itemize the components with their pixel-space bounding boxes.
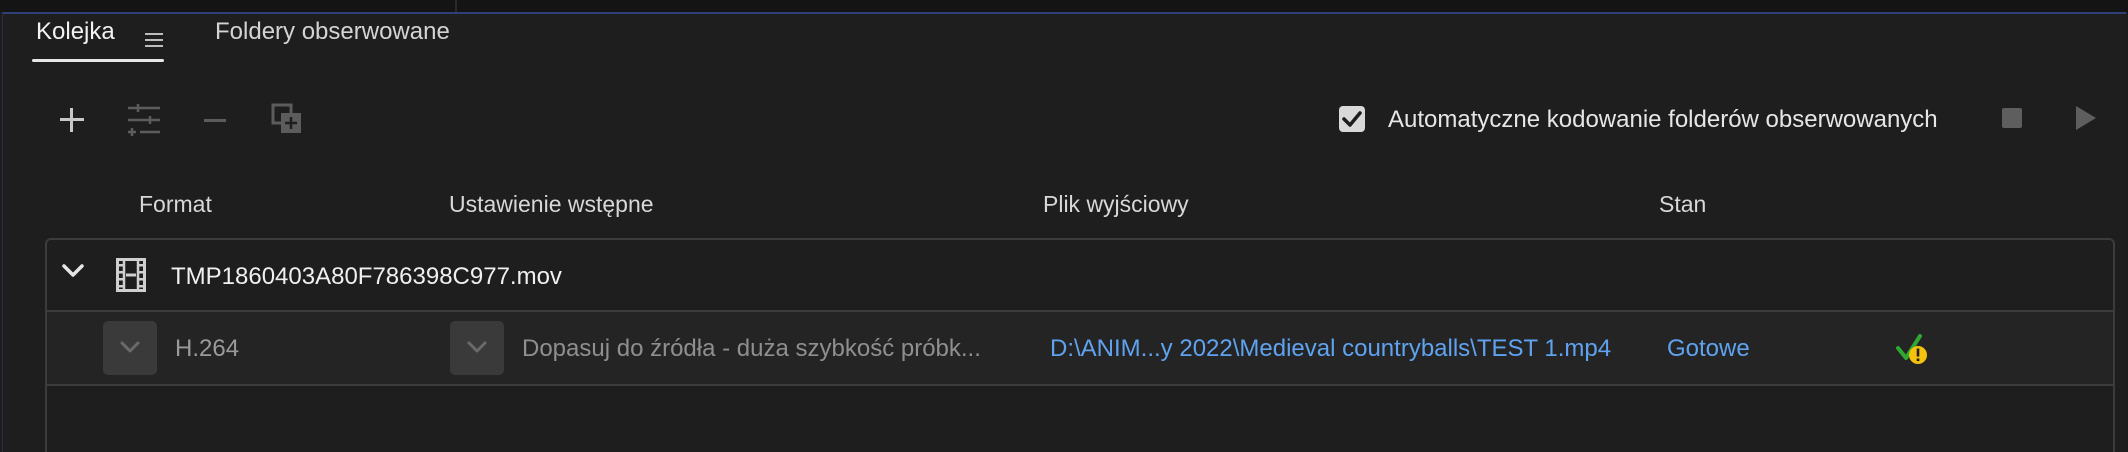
row-divider: [47, 384, 2113, 386]
auto-encode-label[interactable]: Automatyczne kodowanie folderów obserwow…: [1388, 104, 1938, 136]
preset-dropdown-button[interactable]: [450, 321, 504, 375]
output-file-link[interactable]: D:\ANIM...y 2022\Medieval countryballs\T…: [1050, 333, 1611, 365]
minus-icon[interactable]: [198, 102, 234, 138]
plus-icon[interactable]: [54, 102, 90, 138]
tab-queue[interactable]: Kolejka: [36, 14, 115, 50]
film-icon: [116, 258, 146, 297]
status-value[interactable]: Gotowe: [1667, 333, 1750, 365]
active-tab-indicator: [32, 59, 164, 62]
ready-with-warning-icon: [1896, 334, 1930, 371]
preset-settings-icon[interactable]: [126, 102, 162, 138]
source-file-name: TMP1860403A80F786398C977.mov: [171, 263, 562, 290]
column-header-output[interactable]: Plik wyjściowy: [1043, 188, 1189, 220]
panel-menu-icon[interactable]: [145, 33, 163, 47]
format-value[interactable]: H.264: [175, 333, 239, 365]
panel-seam: [455, 0, 457, 12]
column-header-preset[interactable]: Ustawienie wstępne: [449, 188, 654, 220]
column-header-format[interactable]: Format: [139, 188, 212, 220]
column-header-status[interactable]: Stan: [1659, 188, 1706, 220]
top-strip: [0, 0, 2128, 12]
play-icon[interactable]: [2076, 106, 2096, 130]
preset-value[interactable]: Dopasuj do źródła - duża szybkość próbk.…: [522, 333, 992, 365]
duplicate-icon[interactable]: [270, 102, 306, 138]
auto-encode-checkbox[interactable]: [1339, 106, 1365, 132]
format-dropdown-button[interactable]: [103, 321, 157, 375]
chevron-down-icon[interactable]: [62, 264, 84, 283]
tab-watch-folders[interactable]: Foldery obserwowane: [215, 14, 450, 50]
stop-icon[interactable]: [2002, 108, 2022, 128]
